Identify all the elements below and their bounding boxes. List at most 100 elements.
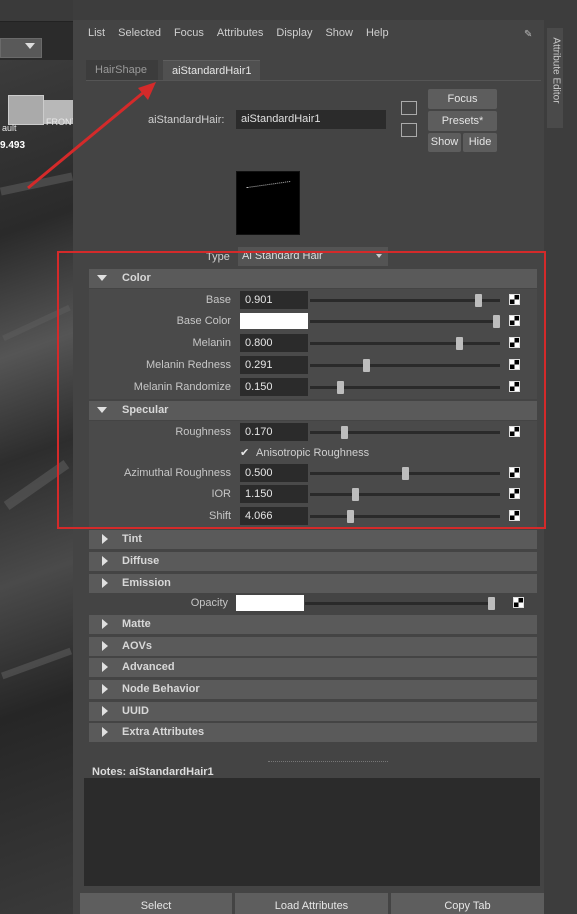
attr-value-field[interactable]: 0.291 (240, 356, 308, 374)
slider-handle[interactable] (363, 359, 371, 372)
menu-focus[interactable]: Focus (174, 27, 204, 43)
slider-track[interactable] (310, 431, 500, 434)
slider-handle[interactable] (474, 294, 482, 307)
slider-handle[interactable] (456, 337, 464, 350)
load-attributes-button[interactable]: Load Attributes (235, 893, 388, 914)
viewport-panel[interactable]: ault FRONT 9.493 (0, 0, 73, 914)
section-diffuse[interactable]: Diffuse (89, 552, 537, 571)
hide-button[interactable]: Hide (463, 133, 497, 152)
map-button-icon[interactable] (509, 426, 520, 437)
tab-hairshape[interactable]: HairShape (86, 60, 158, 81)
slider-track[interactable] (310, 515, 500, 518)
attr-value-field[interactable]: 4.066 (240, 507, 308, 525)
triangle-right-icon (102, 727, 108, 737)
section-diffuse-label: Diffuse (122, 555, 160, 567)
checkbox-label: Anisotropic Roughness (256, 447, 370, 459)
triangle-right-icon (102, 534, 108, 544)
slider-handle[interactable] (346, 510, 354, 523)
attr-label: Opacity (190, 597, 228, 609)
slider-handle[interactable] (337, 381, 345, 394)
color-swatch[interactable] (236, 595, 304, 611)
section-specular[interactable]: Specular (89, 401, 537, 420)
slider-handle[interactable] (493, 315, 500, 328)
focus-button[interactable]: Focus (428, 89, 497, 109)
attr-row-melanin-randomize: Melanin Randomize 0.150 (89, 377, 537, 397)
triangle-right-icon (102, 556, 108, 566)
input-connection-icon[interactable] (401, 101, 417, 115)
show-button[interactable]: Show (428, 133, 461, 152)
material-swatch-preview[interactable] (236, 171, 300, 235)
section-aovs[interactable]: AOVs (89, 637, 537, 656)
section-uuid[interactable]: UUID (89, 702, 537, 721)
map-button-icon[interactable] (509, 359, 520, 370)
section-emission[interactable]: Emission (89, 574, 537, 593)
attr-value-field[interactable]: 0.170 (240, 423, 308, 441)
section-extra-attributes[interactable]: Extra Attributes (89, 723, 537, 742)
viewport-label: ault (2, 123, 17, 133)
triangle-right-icon (102, 641, 108, 651)
map-button-icon[interactable] (509, 381, 520, 392)
color-swatch[interactable] (240, 313, 308, 329)
attr-value-field[interactable]: 0.901 (240, 291, 308, 309)
attr-value-field[interactable]: 0.500 (240, 464, 308, 482)
attr-label: Shift (208, 510, 231, 522)
node-name-field[interactable]: aiStandardHair1 (236, 110, 386, 129)
output-connection-icon[interactable] (401, 123, 417, 137)
checkmark-icon: ✔ (240, 447, 250, 459)
map-button-icon[interactable] (509, 488, 520, 499)
map-button-icon[interactable] (509, 510, 520, 521)
menu-attributes[interactable]: Attributes (217, 27, 263, 43)
map-button-icon[interactable] (509, 315, 520, 326)
triangle-right-icon (102, 619, 108, 629)
menu-help[interactable]: Help (366, 27, 389, 43)
viewport-toolbar (0, 0, 73, 22)
attr-row-roughness: Roughness 0.170 (89, 422, 537, 442)
menu-show[interactable]: Show (325, 27, 353, 43)
slider-track[interactable] (310, 493, 500, 496)
viewport-scene[interactable] (0, 60, 73, 914)
attr-row-opacity: Opacity (89, 593, 537, 613)
attr-value-field[interactable]: 0.800 (240, 334, 308, 352)
notes-divider-handle[interactable] (268, 761, 388, 762)
map-button-icon[interactable] (509, 467, 520, 478)
section-color[interactable]: Color (89, 269, 537, 288)
side-tab-label: Attribute Editor (550, 37, 562, 104)
slider-track[interactable] (310, 299, 500, 302)
triangle-down-icon (97, 407, 107, 413)
attr-value-field[interactable]: 0.150 (240, 378, 308, 396)
section-extra-attributes-label: Extra Attributes (122, 726, 205, 738)
slider-handle[interactable] (488, 597, 495, 610)
map-button-icon[interactable] (509, 337, 520, 348)
anisotropic-roughness-checkbox[interactable]: ✔ Anisotropic Roughness (240, 446, 369, 462)
attr-row-ior: IOR 1.150 (89, 484, 537, 504)
viewport-label: FRONT (46, 117, 73, 127)
slider-handle[interactable] (352, 488, 360, 501)
slider-track[interactable] (310, 342, 500, 345)
viewport-readout: 9.493 (0, 140, 26, 151)
map-button-icon[interactable] (513, 597, 524, 608)
presets-button[interactable]: Presets* (428, 111, 497, 131)
section-tint[interactable]: Tint (89, 530, 537, 549)
copy-tab-button[interactable]: Copy Tab (391, 893, 544, 914)
menu-selected[interactable]: Selected (118, 27, 161, 43)
map-button-icon[interactable] (509, 294, 520, 305)
slider-track[interactable] (305, 602, 495, 605)
section-matte[interactable]: Matte (89, 615, 537, 634)
attribute-editor-side-tab[interactable]: Attribute Editor (544, 20, 577, 914)
attr-label: IOR (211, 488, 231, 500)
menu-list[interactable]: List (88, 27, 105, 43)
menu-display[interactable]: Display (276, 27, 312, 43)
type-dropdown[interactable]: Ai Standard Hair (238, 247, 388, 266)
section-advanced[interactable]: Advanced (89, 658, 537, 677)
notes-textarea[interactable] (84, 778, 540, 886)
tab-aistandardhair1[interactable]: aiStandardHair1 (163, 60, 260, 81)
slider-handle[interactable] (341, 426, 349, 439)
attr-value-field[interactable]: 1.150 (240, 485, 308, 503)
viewport-dropdown[interactable] (0, 38, 42, 58)
slider-handle[interactable] (401, 467, 409, 480)
section-node-behavior[interactable]: Node Behavior (89, 680, 537, 699)
slider-track[interactable] (310, 364, 500, 367)
slider-track[interactable] (310, 320, 500, 323)
pin-icon[interactable]: ✎ (524, 29, 534, 40)
select-button[interactable]: Select (80, 893, 232, 914)
